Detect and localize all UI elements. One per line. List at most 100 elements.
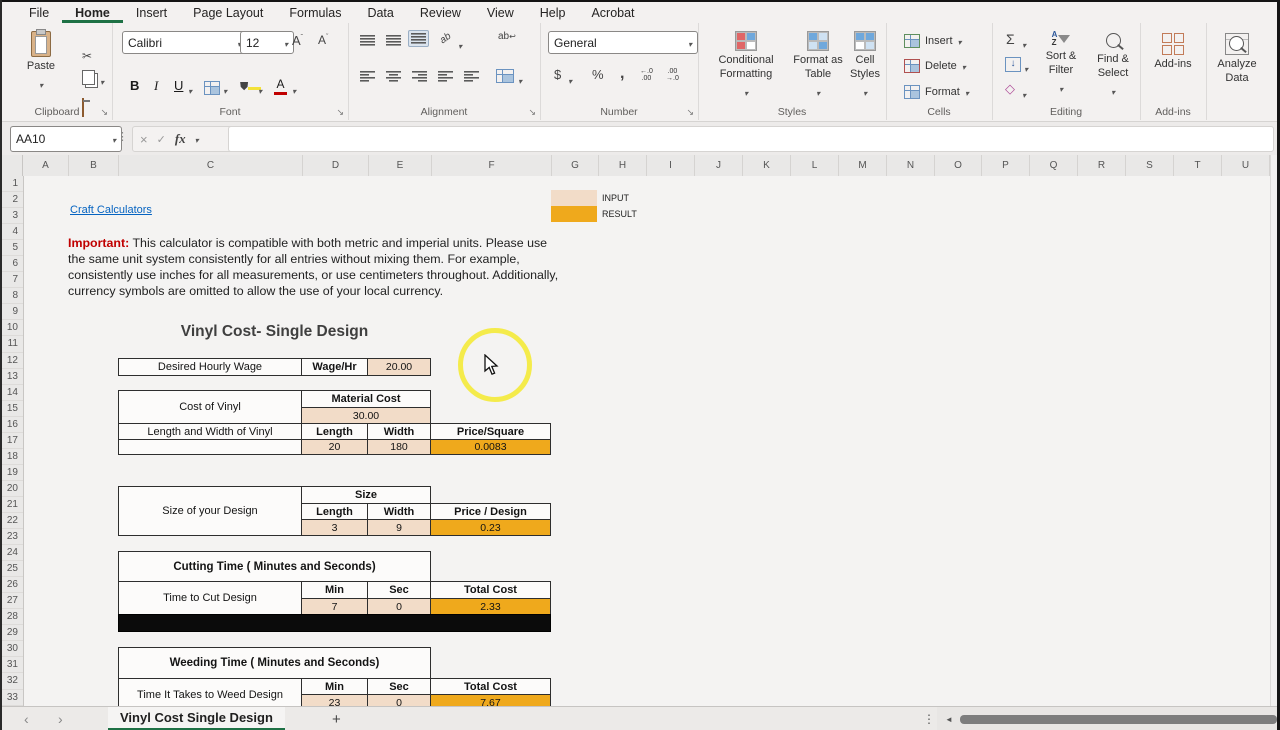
row-header-3[interactable]: 3	[2, 208, 23, 224]
craft-calculators-link[interactable]: Craft Calculators	[70, 204, 152, 216]
ribbon-tab-formulas[interactable]: Formulas	[276, 2, 354, 23]
column-header-D[interactable]: D	[303, 155, 369, 176]
column-header-G[interactable]: G	[552, 155, 599, 176]
row-header-26[interactable]: 26	[2, 577, 23, 593]
format-cells-button[interactable]: Format	[904, 83, 969, 101]
clear-chevron-icon[interactable]	[1022, 85, 1026, 103]
design-length-input-cell[interactable]: 3	[301, 519, 368, 536]
ribbon-tab-data[interactable]: Data	[354, 2, 406, 23]
cutting-min-input-cell[interactable]: 7	[301, 598, 368, 615]
ribbon-tab-review[interactable]: Review	[407, 2, 474, 23]
enter-icon[interactable]: ✓	[157, 133, 166, 146]
scroll-left-icon[interactable]: ◄	[945, 707, 953, 730]
wrap-text-icon[interactable]: ab↩	[498, 31, 516, 42]
cut-icon[interactable]: ✂	[82, 49, 92, 63]
material-cost-input-cell[interactable]: 30.00	[301, 407, 431, 424]
font-dialog-launcher-icon[interactable]: ↘	[336, 108, 344, 117]
size-header-cell[interactable]: Size	[301, 486, 431, 504]
fill-icon[interactable]: ↓	[1005, 57, 1021, 72]
weeding-title-cell[interactable]: Weeding Time ( Minutes and Seconds)	[118, 647, 431, 679]
cutting-label-cell[interactable]: Time to Cut Design	[118, 581, 302, 615]
design-length-header-cell[interactable]: Length	[301, 503, 368, 520]
row-header-1[interactable]: 1	[2, 176, 23, 192]
ribbon-tab-page-layout[interactable]: Page Layout	[180, 2, 276, 23]
price-design-result-cell[interactable]: 0.23	[430, 519, 551, 536]
underline-chevron-icon[interactable]	[188, 81, 192, 99]
row-header-25[interactable]: 25	[2, 561, 23, 577]
orientation-icon[interactable]: ab	[438, 31, 453, 46]
cutting-title-cell[interactable]: Cutting Time ( Minutes and Seconds)	[118, 551, 431, 582]
row-header-31[interactable]: 31	[2, 657, 23, 673]
font-color-chevron-icon[interactable]	[292, 81, 296, 99]
vinyl-length-input-cell[interactable]: 20	[301, 439, 368, 455]
borders-icon[interactable]	[204, 81, 220, 95]
cutting-sec-input-cell[interactable]: 0	[367, 598, 431, 615]
row-header-28[interactable]: 28	[2, 609, 23, 625]
align-center-icon[interactable]	[386, 71, 401, 82]
copy-chevron-icon[interactable]	[100, 72, 104, 90]
chevron-down-icon[interactable]	[39, 75, 43, 93]
column-header-A[interactable]: A	[23, 155, 69, 176]
design-width-input-cell[interactable]: 9	[367, 519, 431, 536]
autosum-icon[interactable]: Σ	[1006, 31, 1015, 47]
wage-label-cell[interactable]: Desired Hourly Wage	[118, 358, 302, 376]
align-middle-icon[interactable]	[386, 35, 401, 46]
row-header-13[interactable]: 13	[2, 369, 23, 385]
accounting-format-icon[interactable]: $	[554, 67, 561, 82]
fill-chevron-icon[interactable]	[1024, 59, 1028, 77]
number-dialog-launcher-icon[interactable]: ↘	[686, 108, 694, 117]
align-bottom-icon[interactable]	[408, 30, 429, 47]
align-right-icon[interactable]	[412, 71, 427, 82]
increase-decimal-icon[interactable]: ←.0 .00	[640, 68, 653, 82]
ribbon-tab-file[interactable]: File	[16, 2, 62, 23]
vinyl-width-input-cell[interactable]: 180	[367, 439, 431, 455]
column-header-R[interactable]: R	[1078, 155, 1126, 176]
align-top-icon[interactable]	[360, 35, 375, 46]
row-header-20[interactable]: 20	[2, 481, 23, 497]
cancel-icon[interactable]: ×	[140, 132, 148, 147]
row-header-23[interactable]: 23	[2, 529, 23, 545]
insert-function-icon[interactable]: fx	[175, 131, 186, 147]
column-header-I[interactable]: I	[647, 155, 695, 176]
ribbon-tab-acrobat[interactable]: Acrobat	[578, 2, 647, 23]
ribbon-tab-view[interactable]: View	[474, 2, 527, 23]
sort-filter-button[interactable]: AZ Sort & Filter	[1036, 31, 1086, 97]
font-size-select[interactable]: 12	[240, 31, 294, 54]
row-header-19[interactable]: 19	[2, 465, 23, 481]
cutting-sec-header-cell[interactable]: Sec	[367, 581, 431, 599]
row-header-12[interactable]: 12	[2, 353, 23, 369]
column-header-E[interactable]: E	[369, 155, 432, 176]
decrease-indent-icon[interactable]	[438, 71, 453, 82]
row-header-17[interactable]: 17	[2, 433, 23, 449]
cutting-cost-result-cell[interactable]: 2.33	[430, 598, 551, 615]
row-header-29[interactable]: 29	[2, 625, 23, 641]
borders-chevron-icon[interactable]	[223, 81, 227, 99]
grow-font-icon[interactable]: Aˆ	[292, 33, 303, 48]
horizontal-scrollbar-thumb[interactable]	[960, 715, 1277, 724]
conditional-formatting-button[interactable]: Conditional Formatting	[704, 31, 788, 101]
weeding-cost-header-cell[interactable]: Total Cost	[430, 678, 551, 695]
font-name-select[interactable]: Calibri	[122, 31, 247, 54]
next-sheet-icon[interactable]: ›	[58, 707, 63, 730]
design-width-header-cell[interactable]: Width	[367, 503, 431, 520]
row-header-16[interactable]: 16	[2, 417, 23, 433]
format-as-table-button[interactable]: Format as Table	[790, 31, 846, 101]
weeding-min-header-cell[interactable]: Min	[301, 678, 368, 695]
weeding-min-input-cell[interactable]: 23	[301, 694, 368, 706]
row-header-4[interactable]: 4	[2, 224, 23, 240]
orientation-chevron-icon[interactable]	[458, 36, 462, 54]
column-header-H[interactable]: H	[599, 155, 647, 176]
merge-chevron-icon[interactable]	[518, 71, 522, 89]
select-all-corner[interactable]	[2, 155, 23, 176]
column-header-B[interactable]: B	[69, 155, 119, 176]
column-header-Q[interactable]: Q	[1030, 155, 1078, 176]
prev-sheet-icon[interactable]: ‹	[24, 707, 29, 730]
shrink-font-icon[interactable]: Aˇ	[318, 33, 328, 47]
vinyl-dims-label-cell[interactable]: Length and Width of Vinyl	[118, 423, 302, 440]
decrease-decimal-icon[interactable]: .00 →.0	[666, 68, 679, 82]
sheet-canvas[interactable]: INPUT RESULT Craft Calculators Important…	[24, 176, 1270, 706]
name-box[interactable]: AA10	[10, 126, 122, 152]
cutting-cost-header-cell[interactable]: Total Cost	[430, 581, 551, 599]
increase-indent-icon[interactable]	[464, 71, 479, 82]
clear-icon[interactable]: ◇	[1005, 81, 1015, 97]
